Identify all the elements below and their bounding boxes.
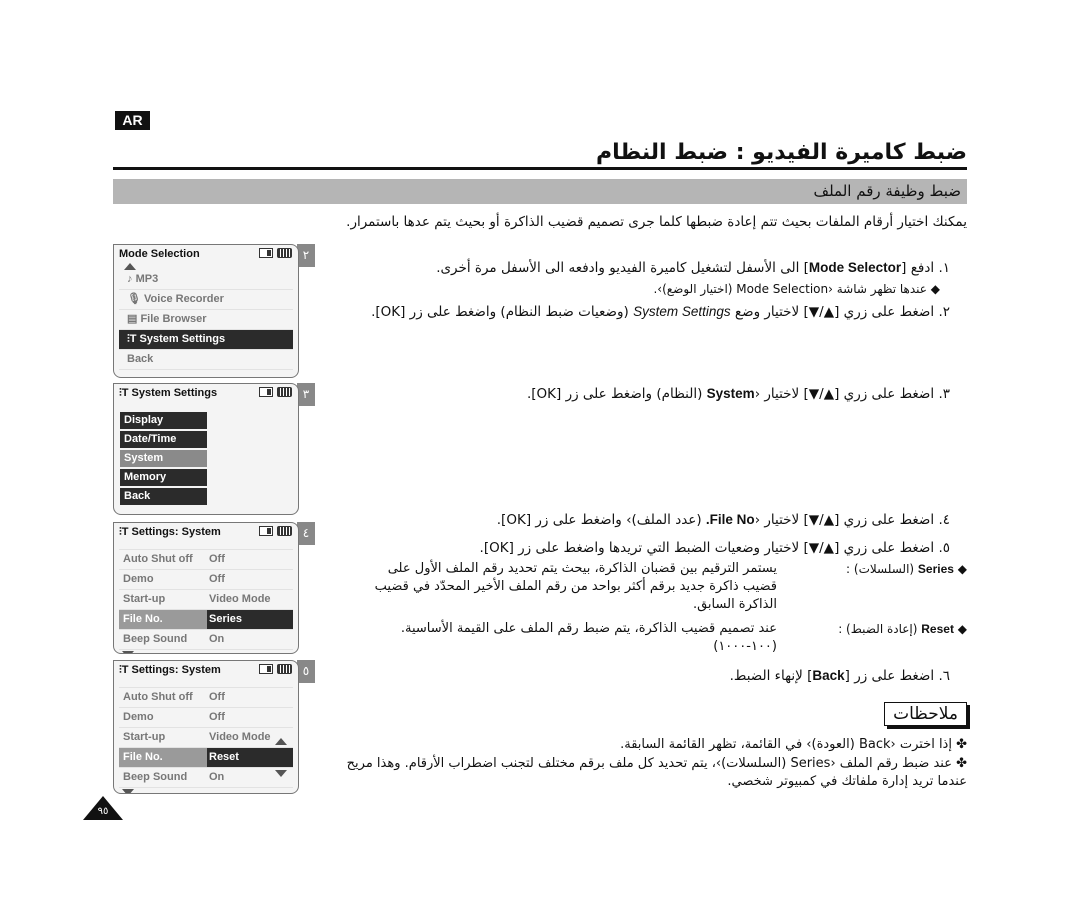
memory-card-icon	[259, 526, 273, 536]
menu-item-mp3[interactable]: ♪ MP3	[119, 270, 293, 290]
setting-beep-sound[interactable]: Beep Sound On	[119, 768, 293, 788]
step-1: ١. ادفع [Mode Selector] الى الأسفل لتشغي…	[436, 260, 950, 276]
screen-header: ⫶T Settings: System	[114, 661, 298, 681]
title-divider	[113, 167, 967, 170]
setting-file-no[interactable]: File No. Series	[119, 610, 293, 630]
step-6: ٦. اضغط على زر [Back] لإنهاء الضبط.	[729, 668, 950, 684]
setting-auto-shut-off[interactable]: Auto Shut off Off	[119, 688, 293, 708]
step-3: ٣. اضغط على زري [▲/▼] لاختيار ‹System (ا…	[526, 386, 950, 402]
setting-file-no[interactable]: File No. Reset	[119, 748, 293, 768]
setting-demo[interactable]: Demo Off	[119, 570, 293, 590]
screen-header: Mode Selection	[114, 245, 298, 265]
screen-header: ⫶T System Settings	[114, 384, 298, 404]
reset-description: عند تصميم قضيب الذاكرة، يتم ضبط رقم المل…	[400, 621, 777, 654]
battery-icon	[277, 387, 292, 397]
battery-icon	[277, 248, 292, 258]
screen-settings-system-reset: ⫶T Settings: System Auto Shut off Off Dem…	[113, 660, 299, 794]
screen-mode-selection: Mode Selection ♪ MP3 🎙 Voice Recorder ▤ …	[113, 244, 299, 378]
menu-item-back[interactable]: Back	[120, 488, 207, 505]
menu-item-display[interactable]: Display	[120, 412, 207, 429]
battery-icon	[277, 664, 292, 674]
menu-item-system-settings[interactable]: ⫶T System Settings	[119, 330, 293, 350]
step-5: ٥. اضغط على زري [▲/▼] لاختيار وضعيات الض…	[479, 540, 950, 556]
menu-item-file-browser[interactable]: ▤ File Browser	[119, 310, 293, 330]
setting-start-up[interactable]: Start-up Video Mode	[119, 590, 293, 610]
setting-beep-sound[interactable]: Beep Sound On	[119, 630, 293, 650]
screen-step-number: ٤	[297, 522, 315, 545]
note-2: ✤ عند ضبط رقم الملف ‹Series (السلسلات)›،…	[346, 756, 967, 789]
screen-step-number: ٥	[297, 660, 315, 683]
page-title: ضبط كاميرة الفيديو : ضبط النظام	[596, 140, 968, 165]
screen-system-settings: ⫶T System Settings Display Date/Time Sys…	[113, 383, 299, 515]
screen-step-number: ٣	[297, 383, 315, 406]
setting-start-up[interactable]: Start-up Video Mode	[119, 728, 293, 748]
menu-item-voice-recorder[interactable]: 🎙 Voice Recorder	[119, 290, 293, 310]
menu-item-date-time[interactable]: Date/Time	[120, 431, 207, 448]
scroll-down-icon	[122, 789, 134, 793]
section-header: ضبط وظيفة رقم الملف	[113, 179, 967, 204]
setting-demo[interactable]: Demo Off	[119, 708, 293, 728]
battery-icon	[277, 526, 292, 536]
section-title: ضبط وظيفة رقم الملف	[813, 182, 961, 200]
notes-heading: ملاحظات	[884, 702, 967, 726]
screen-settings-system-series: ⫶T Settings: System Auto Shut off Off Dem…	[113, 522, 299, 654]
option-up-icon[interactable]	[275, 738, 287, 745]
option-down-icon[interactable]	[275, 770, 287, 777]
menu-item-back[interactable]: Back	[119, 350, 293, 370]
reset-label: ◆ Reset (إعادة الضبط) :	[838, 622, 967, 636]
menu-item-system[interactable]: System	[120, 450, 207, 467]
series-label: ◆ Series (السلسلات) :	[846, 562, 967, 576]
page-number: ٩٥	[97, 806, 109, 817]
step-1-bullet: ◆ عندها تظهر شاشة ‹Mode Selection (اختيا…	[653, 282, 940, 296]
memory-card-icon	[259, 248, 273, 258]
screen-step-number: ٢	[297, 244, 315, 267]
memory-card-icon	[259, 387, 273, 397]
intro-paragraph: يمكنك اختيار أرقام الملفات بحيث تتم إعاد…	[346, 214, 967, 230]
step-2: ٢. اضغط على زري [▲/▼] لاختيار وضع System…	[371, 304, 950, 320]
note-1: ✤ إذا اخترت ‹Back (العودة)› في القائمة، …	[620, 737, 967, 752]
memory-card-icon	[259, 664, 273, 674]
screen-header: ⫶T Settings: System	[114, 523, 298, 543]
menu-item-memory[interactable]: Memory	[120, 469, 207, 486]
language-badge: AR	[115, 111, 150, 130]
step-4: ٤. اضغط على زري [▲/▼] لاختيار ‹File No. …	[496, 512, 950, 528]
setting-auto-shut-off[interactable]: Auto Shut off Off	[119, 550, 293, 570]
scroll-down-icon	[122, 651, 134, 653]
series-description: يستمر الترقيم بين قضبان الذاكرة، بيحث يت…	[374, 561, 777, 612]
